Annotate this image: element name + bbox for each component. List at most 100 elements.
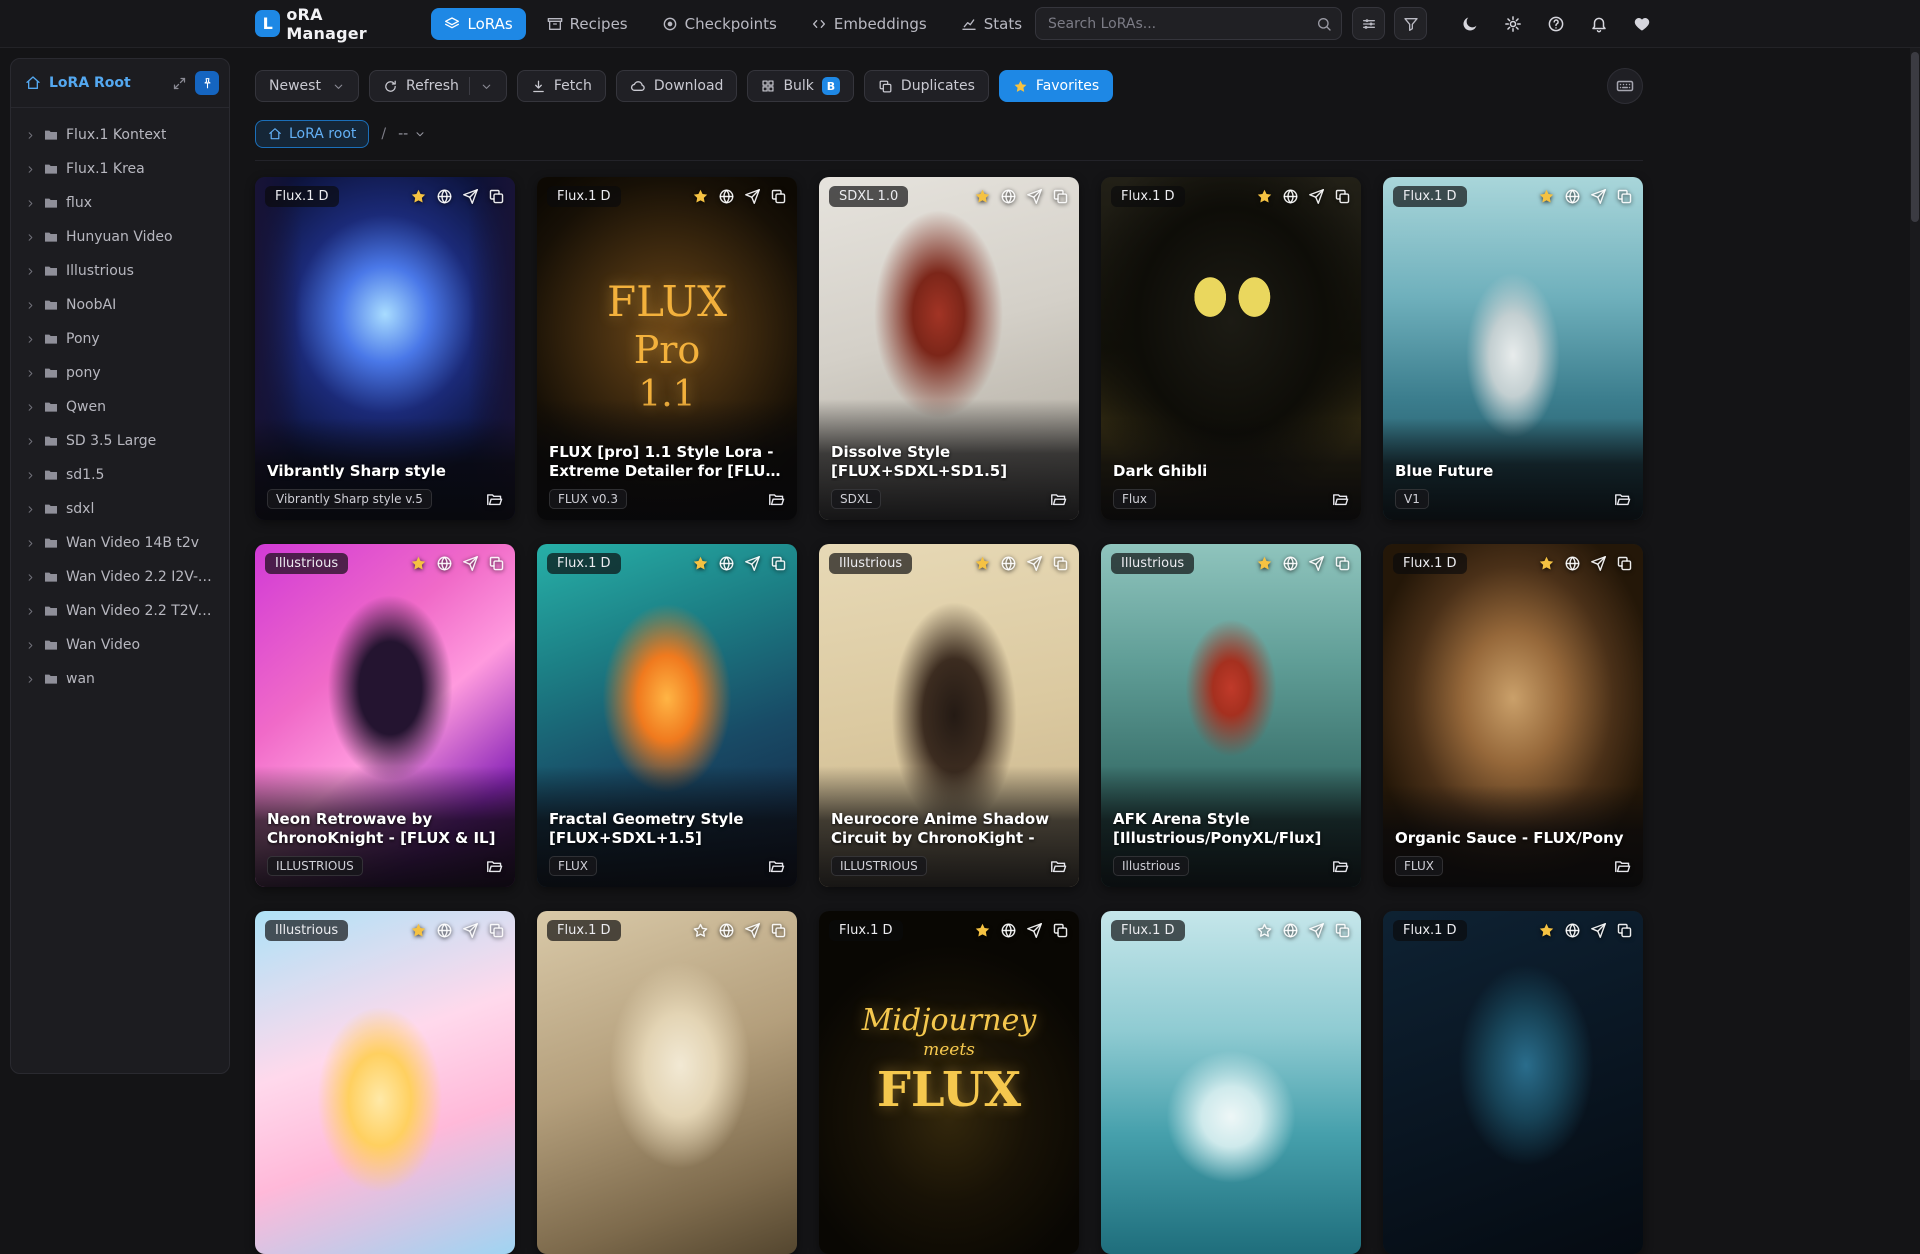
chevron-right-icon[interactable] <box>25 198 36 209</box>
lora-card[interactable]: Flux.1 D Blue Future V1 <box>1383 177 1643 520</box>
lora-card[interactable]: Illustrious Neurocore Anime Shadow Circui… <box>819 544 1079 887</box>
sidebar-folder-item[interactable]: Wan Video 2.2 T2V-A14B <box>17 594 223 628</box>
open-folder-icon[interactable] <box>768 491 785 508</box>
send-icon[interactable] <box>1026 922 1043 939</box>
chevron-right-icon[interactable] <box>25 368 36 379</box>
favorite-star-icon[interactable] <box>692 188 709 205</box>
support-button[interactable] <box>1633 15 1651 33</box>
chevron-right-icon[interactable] <box>25 266 36 277</box>
sidebar-folder-item[interactable]: Wan Video 2.2 I2V-A14B <box>17 560 223 594</box>
globe-icon[interactable] <box>1000 555 1017 572</box>
sidebar-folder-item[interactable]: SD 3.5 Large <box>17 424 223 458</box>
chevron-right-icon[interactable] <box>25 504 36 515</box>
globe-icon[interactable] <box>718 922 735 939</box>
help-button[interactable] <box>1547 15 1565 33</box>
download-button[interactable]: Download <box>615 70 738 102</box>
sidebar-folder-item[interactable]: Flux.1 Kontext <box>17 118 223 152</box>
scrollbar-thumb[interactable] <box>1911 52 1919 222</box>
sidebar-folder-item[interactable]: pony <box>17 356 223 390</box>
send-icon[interactable] <box>1590 922 1607 939</box>
send-icon[interactable] <box>1026 555 1043 572</box>
sidebar-folder-item[interactable]: sdxl <box>17 492 223 526</box>
sort-select[interactable]: Newest <box>255 70 359 102</box>
lora-card[interactable]: Illustrious <box>255 911 515 1254</box>
copy-icon[interactable] <box>1616 555 1633 572</box>
chevron-right-icon[interactable] <box>25 130 36 141</box>
favorite-star-icon[interactable] <box>692 555 709 572</box>
send-icon[interactable] <box>462 555 479 572</box>
copy-icon[interactable] <box>488 922 505 939</box>
nav-item-loras[interactable]: LoRAs <box>431 7 526 40</box>
chevron-right-icon[interactable] <box>25 470 36 481</box>
globe-icon[interactable] <box>436 555 453 572</box>
globe-icon[interactable] <box>1564 188 1581 205</box>
open-folder-icon[interactable] <box>1050 858 1067 875</box>
lora-card[interactable]: Flux.1 D <box>1383 911 1643 1254</box>
favorite-star-icon[interactable] <box>1538 922 1555 939</box>
copy-icon[interactable] <box>1052 922 1069 939</box>
globe-icon[interactable] <box>1000 922 1017 939</box>
sidebar-folder-item[interactable]: flux <box>17 186 223 220</box>
nav-item-embeddings[interactable]: Embeddings <box>798 8 940 40</box>
search-input[interactable] <box>1035 7 1342 40</box>
lora-card[interactable]: Illustrious Neon Retrowave by ChronoKnigh… <box>255 544 515 887</box>
chevron-right-icon[interactable] <box>25 232 36 243</box>
send-icon[interactable] <box>744 555 761 572</box>
open-folder-icon[interactable] <box>1614 858 1631 875</box>
breadcrumb-current[interactable]: -- <box>398 126 426 142</box>
keyboard-shortcuts-button[interactable] <box>1607 68 1643 104</box>
copy-icon[interactable] <box>770 188 787 205</box>
scrollbar-track[interactable] <box>1910 48 1920 1080</box>
globe-icon[interactable] <box>436 188 453 205</box>
lora-card[interactable]: Flux.1 D <box>537 911 797 1254</box>
globe-icon[interactable] <box>718 555 735 572</box>
favorite-star-icon[interactable] <box>1538 188 1555 205</box>
sidebar-header[interactable]: LoRA Root <box>11 59 229 108</box>
favorite-star-icon[interactable] <box>1256 922 1273 939</box>
lora-card[interactable]: Flux.1 D <box>1101 911 1361 1254</box>
open-folder-icon[interactable] <box>1332 491 1349 508</box>
copy-icon[interactable] <box>770 922 787 939</box>
open-folder-icon[interactable] <box>768 858 785 875</box>
bulk-button[interactable]: Bulk B <box>747 70 854 102</box>
refresh-button[interactable]: Refresh <box>369 70 507 102</box>
globe-icon[interactable] <box>436 922 453 939</box>
open-folder-icon[interactable] <box>1050 491 1067 508</box>
sidebar-folder-item[interactable]: Hunyuan Video <box>17 220 223 254</box>
copy-icon[interactable] <box>1616 922 1633 939</box>
notifications-button[interactable] <box>1590 15 1608 33</box>
send-icon[interactable] <box>1590 188 1607 205</box>
copy-icon[interactable] <box>1616 188 1633 205</box>
send-icon[interactable] <box>744 188 761 205</box>
globe-icon[interactable] <box>1000 188 1017 205</box>
sidebar-folder-item[interactable]: sd1.5 <box>17 458 223 492</box>
globe-icon[interactable] <box>1564 555 1581 572</box>
send-icon[interactable] <box>1308 922 1325 939</box>
copy-icon[interactable] <box>488 555 505 572</box>
copy-icon[interactable] <box>1334 922 1351 939</box>
favorite-star-icon[interactable] <box>410 555 427 572</box>
copy-icon[interactable] <box>1334 555 1351 572</box>
open-folder-icon[interactable] <box>486 491 503 508</box>
chevron-right-icon[interactable] <box>25 538 36 549</box>
lora-card[interactable]: SDXL 1.0 Dissolve Style [FLUX+SDXL+SD1.5]… <box>819 177 1079 520</box>
breadcrumb-root[interactable]: LoRA root <box>255 120 370 148</box>
duplicates-button[interactable]: Duplicates <box>863 70 989 102</box>
sidebar-folder-item[interactable]: Qwen <box>17 390 223 424</box>
send-icon[interactable] <box>462 922 479 939</box>
open-folder-icon[interactable] <box>1614 491 1631 508</box>
nav-item-stats[interactable]: Stats <box>948 8 1035 40</box>
nav-item-recipes[interactable]: Recipes <box>534 8 641 40</box>
chevron-right-icon[interactable] <box>25 606 36 617</box>
sidebar-folder-item[interactable]: Pony <box>17 322 223 356</box>
favorite-star-icon[interactable] <box>692 922 709 939</box>
send-icon[interactable] <box>1026 188 1043 205</box>
chevron-right-icon[interactable] <box>25 300 36 311</box>
favorite-star-icon[interactable] <box>1256 555 1273 572</box>
chevron-right-icon[interactable] <box>25 640 36 651</box>
favorite-star-icon[interactable] <box>974 188 991 205</box>
sidebar-folder-item[interactable]: Wan Video <box>17 628 223 662</box>
lora-card[interactable]: Flux.1 D Fractal Geometry Style [FLUX+SDX… <box>537 544 797 887</box>
lora-card[interactable]: Flux.1 D Vibrantly Sharp style Vibrantly S… <box>255 177 515 520</box>
open-folder-icon[interactable] <box>486 858 503 875</box>
